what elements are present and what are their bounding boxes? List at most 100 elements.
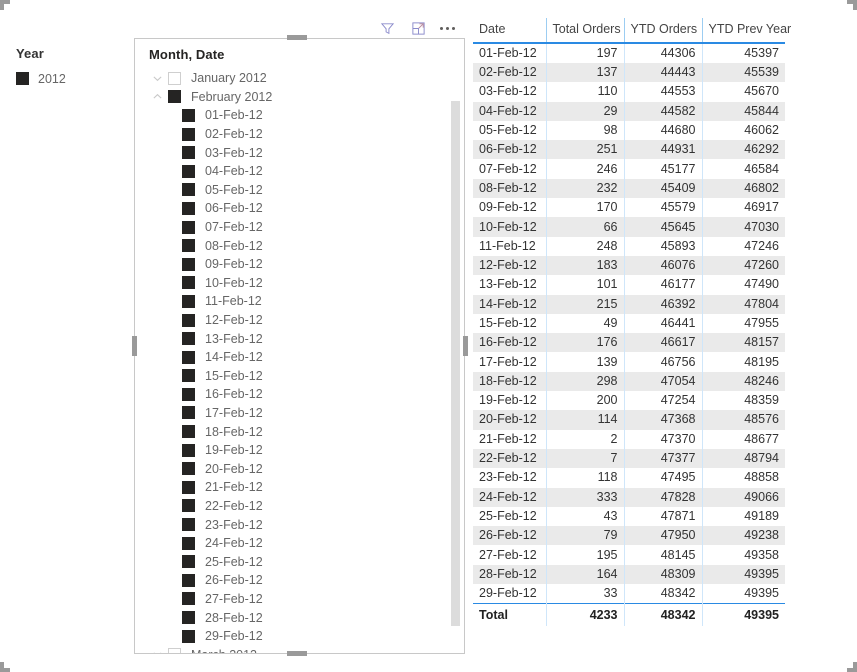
slicer-tree-node-day[interactable]: 08-Feb-12 [135,236,464,255]
checkbox-icon[interactable] [182,257,195,271]
checkbox-icon[interactable] [182,611,195,625]
table-row[interactable]: 12-Feb-12 183 46076 47260 [473,255,785,276]
checkbox-icon[interactable] [182,332,195,346]
slicer-vertical-scrollbar[interactable] [451,101,460,626]
checkbox-icon[interactable] [182,239,195,253]
table-row[interactable]: 15-Feb-12 49 46441 47955 [473,313,785,334]
table-row[interactable]: 23-Feb-12 118 47495 48858 [473,468,785,488]
table-row[interactable]: 27-Feb-12 195 48145 49358 [473,545,785,565]
filter-funnel-icon[interactable] [378,19,396,37]
chevron-up-icon[interactable] [149,89,165,105]
checkbox-icon[interactable] [16,72,29,85]
slicer-tree-node-day[interactable]: 10-Feb-12 [135,274,464,293]
slicer-tree-node-day[interactable]: 28-Feb-12 [135,608,464,627]
table-row[interactable]: 21-Feb-12 2 47370 48677 [473,429,785,449]
checkbox-icon[interactable] [182,629,195,643]
slicer-tree-node-day[interactable]: 14-Feb-12 [135,348,464,367]
resize-handle-bottom-center[interactable] [287,651,307,656]
column-header-date[interactable]: Date [473,18,546,44]
resize-handle-top-right[interactable] [0,0,857,24]
slicer-tree-node-day[interactable]: 29-Feb-12 [135,627,464,646]
checkbox-icon[interactable] [182,499,195,513]
slicer-tree-node-day[interactable]: 06-Feb-12 [135,199,464,218]
checkbox-icon[interactable] [182,536,195,550]
slicer-tree-node-month[interactable]: January 2012 [135,69,464,88]
slicer-tree-node-day[interactable]: 21-Feb-12 [135,478,464,497]
checkbox-icon[interactable] [182,518,195,532]
table-row[interactable]: 05-Feb-12 98 44680 46062 [473,120,785,141]
table-row[interactable]: 17-Feb-12 139 46756 48195 [473,352,785,372]
table-row[interactable]: 22-Feb-12 7 47377 48794 [473,448,785,469]
month-date-slicer[interactable]: Month, Date January 2012 February 2012 01-… [134,38,465,654]
checkbox-icon[interactable] [168,71,181,85]
year-slicer-item[interactable]: 2012 [16,69,120,88]
slicer-tree-node-day[interactable]: 04-Feb-12 [135,162,464,181]
table-row[interactable]: 18-Feb-12 298 47054 48246 [473,371,785,392]
slicer-tree-node-day[interactable]: 17-Feb-12 [135,404,464,423]
resize-handle-top-left[interactable] [0,0,12,12]
slicer-tree-node-day[interactable]: 27-Feb-12 [135,590,464,609]
checkbox-icon[interactable] [182,480,195,494]
table-row[interactable]: 01-Feb-12 197 44306 45397 [473,43,785,63]
table-row[interactable]: 06-Feb-12 251 44931 46292 [473,140,785,160]
checkbox-icon[interactable] [182,220,195,234]
slicer-tree-node-day[interactable]: 25-Feb-12 [135,552,464,571]
column-header-ytd-prev-year[interactable]: YTD Prev Year [701,18,791,44]
table-row[interactable]: 02-Feb-12 137 44443 45539 [473,63,785,83]
table-row[interactable]: 20-Feb-12 114 47368 48576 [473,410,785,430]
table-row[interactable]: 13-Feb-12 101 46177 47490 [473,275,785,295]
table-row[interactable]: 07-Feb-12 246 45177 46584 [473,159,785,179]
checkbox-icon[interactable] [182,183,195,197]
slicer-tree-node-day[interactable]: 03-Feb-12 [135,143,464,162]
column-header-total-orders[interactable]: Total Orders [545,18,624,44]
resize-handle-middle-right[interactable] [463,336,468,356]
table-row[interactable]: 11-Feb-12 248 45893 47246 [473,236,785,256]
table-row[interactable]: 14-Feb-12 215 46392 47804 [473,294,785,314]
orders-table-visual[interactable]: Date Total Orders YTD Orders YTD Prev Ye… [473,18,857,626]
focus-mode-icon[interactable] [409,19,427,37]
checkbox-icon[interactable] [168,90,181,104]
checkbox-icon[interactable] [168,648,181,653]
checkbox-icon[interactable] [182,443,195,457]
resize-handle-bottom-left[interactable] [0,24,12,672]
more-options-icon[interactable] [440,19,455,37]
checkbox-icon[interactable] [182,592,195,606]
checkbox-icon[interactable] [182,462,195,476]
slicer-tree-node-day[interactable]: 22-Feb-12 [135,497,464,516]
checkbox-icon[interactable] [182,294,195,308]
slicer-tree-node-day[interactable]: 16-Feb-12 [135,385,464,404]
slicer-tree-node-day[interactable]: 19-Feb-12 [135,441,464,460]
chevron-down-icon[interactable] [149,647,165,653]
checkbox-icon[interactable] [182,108,195,122]
slicer-tree-node-day[interactable]: 05-Feb-12 [135,181,464,200]
slicer-tree-node-day[interactable]: 26-Feb-12 [135,571,464,590]
checkbox-icon[interactable] [182,555,195,569]
slicer-tree-node-day[interactable]: 23-Feb-12 [135,515,464,534]
slicer-tree-node-day[interactable]: 20-Feb-12 [135,459,464,478]
checkbox-icon[interactable] [182,313,195,327]
checkbox-icon[interactable] [182,406,195,420]
slicer-tree-node-day[interactable]: 11-Feb-12 [135,292,464,311]
checkbox-icon[interactable] [182,387,195,401]
checkbox-icon[interactable] [182,127,195,141]
slicer-tree-node-day[interactable]: 24-Feb-12 [135,534,464,553]
column-header-ytd-orders[interactable]: YTD Orders [623,18,702,44]
slicer-tree-node-day[interactable]: 13-Feb-12 [135,329,464,348]
table-row[interactable]: 09-Feb-12 170 45579 46917 [473,198,785,218]
table-row[interactable]: 10-Feb-12 66 45645 47030 [473,217,785,237]
chevron-down-icon[interactable] [149,70,165,86]
resize-handle-middle-left[interactable] [132,336,137,356]
table-row[interactable]: 19-Feb-12 200 47254 48359 [473,391,785,411]
table-row[interactable]: 26-Feb-12 79 47950 49238 [473,526,785,546]
slicer-tree-node-day[interactable]: 09-Feb-12 [135,255,464,274]
checkbox-icon[interactable] [182,369,195,383]
table-row[interactable]: 16-Feb-12 176 46617 48157 [473,333,785,353]
checkbox-icon[interactable] [182,146,195,160]
slicer-tree-node-day[interactable]: 07-Feb-12 [135,218,464,237]
slicer-tree-node-day[interactable]: 12-Feb-12 [135,311,464,330]
table-row[interactable]: 28-Feb-12 164 48309 49395 [473,564,785,585]
checkbox-icon[interactable] [182,276,195,290]
table-row[interactable]: 25-Feb-12 43 47871 49189 [473,506,785,527]
slicer-tree-node-day[interactable]: 01-Feb-12 [135,106,464,125]
checkbox-icon[interactable] [182,350,195,364]
